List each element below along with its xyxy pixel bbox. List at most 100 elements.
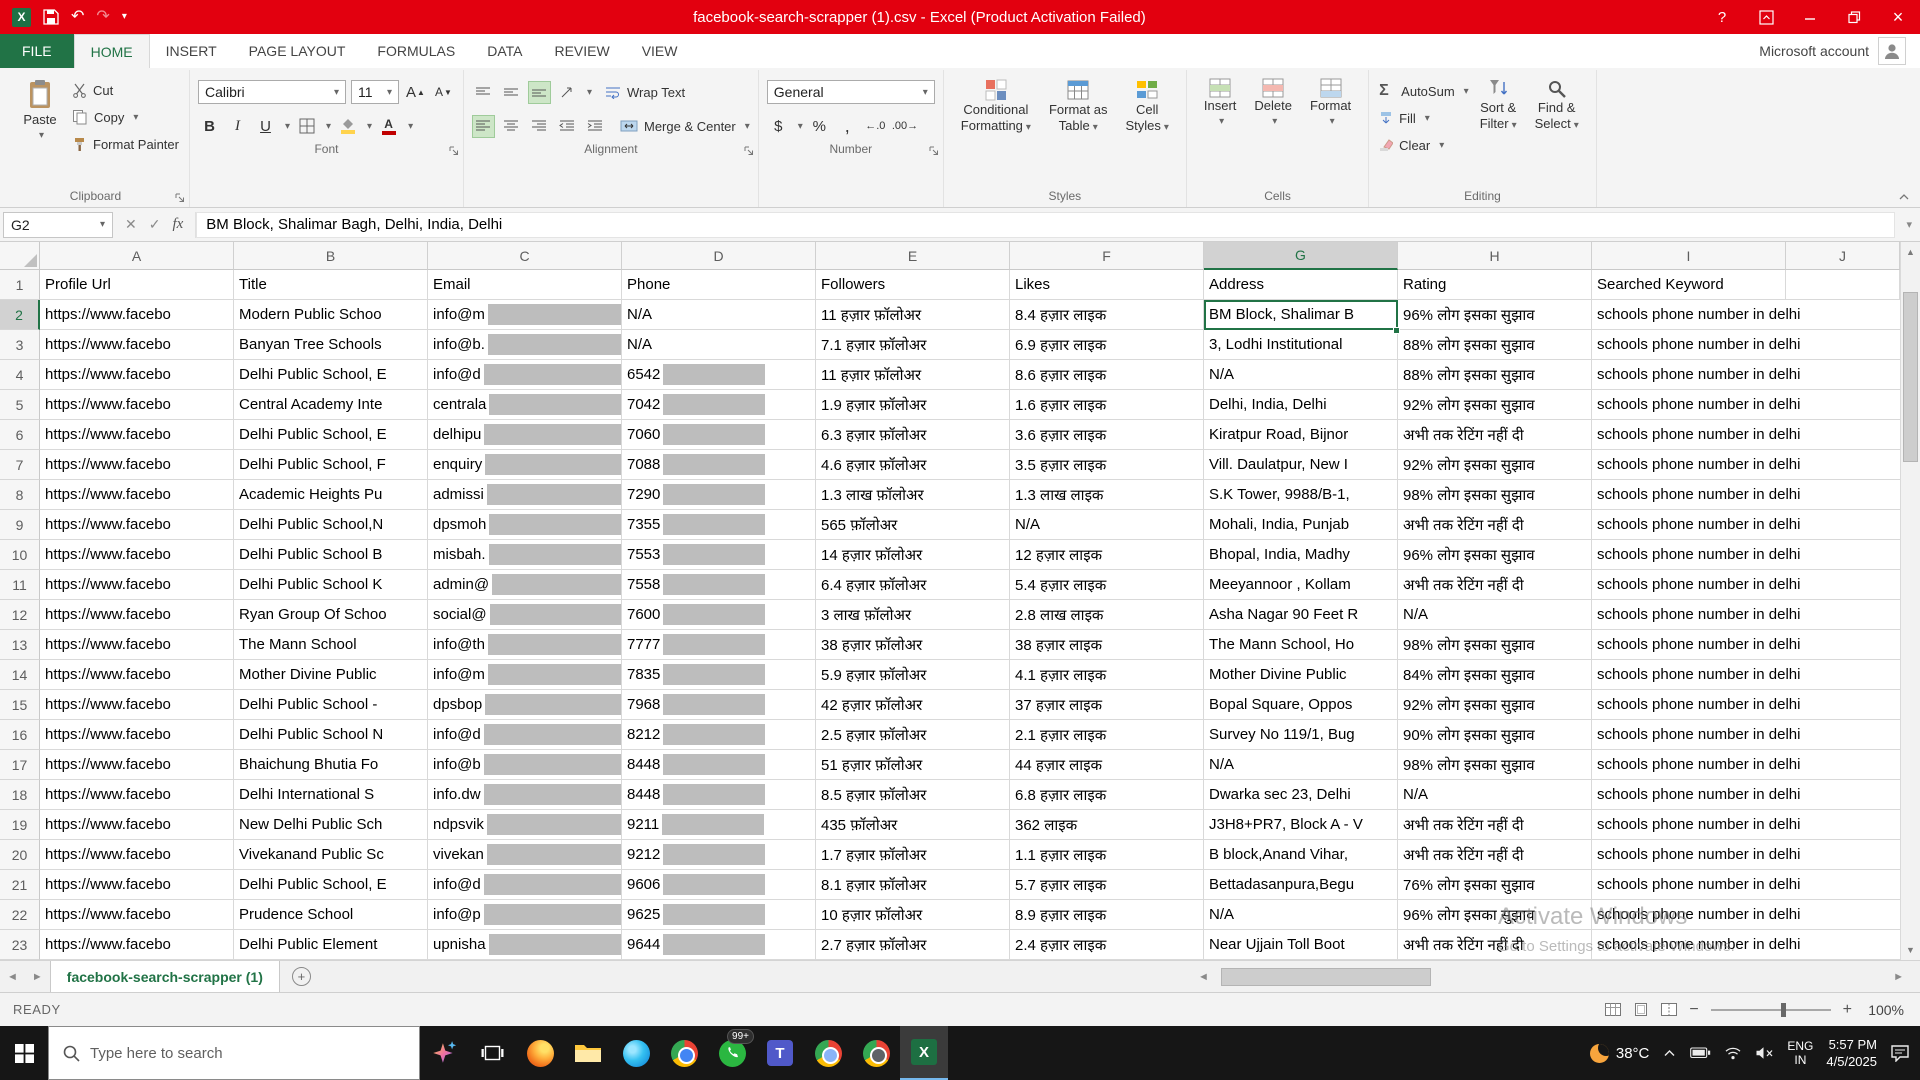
cell-E10[interactable]: 14 हज़ार फ़ॉलोअर: [816, 540, 1010, 570]
merge-center-button[interactable]: Merge & Center▾: [620, 115, 750, 137]
cell-C4[interactable]: info@d: [428, 360, 622, 390]
cell-A3[interactable]: https://www.facebo: [40, 330, 234, 360]
cell-C10[interactable]: misbah.: [428, 540, 622, 570]
cell-D16[interactable]: 8212: [622, 720, 816, 750]
cell-I3[interactable]: schools phone number in delhi: [1592, 330, 1900, 360]
scroll-down-arrow[interactable]: ▼: [1901, 940, 1920, 960]
row-header-10[interactable]: 10: [0, 540, 40, 570]
column-header-D[interactable]: D: [622, 242, 816, 270]
teams-taskbar-button[interactable]: T: [756, 1026, 804, 1080]
cell-I1[interactable]: Searched Keyword: [1592, 270, 1786, 300]
cell-H23[interactable]: अभी तक रेटिंग नहीं दी: [1398, 930, 1592, 960]
cell-F22[interactable]: 8.9 हज़ार लाइक: [1010, 900, 1204, 930]
cell-H20[interactable]: अभी तक रेटिंग नहीं दी: [1398, 840, 1592, 870]
cell-E15[interactable]: 42 हज़ार फ़ॉलोअर: [816, 690, 1010, 720]
cell-C16[interactable]: info@d: [428, 720, 622, 750]
cell-E9[interactable]: 565 फ़ॉलोअर: [816, 510, 1010, 540]
tab-file[interactable]: FILE: [0, 34, 74, 68]
account-area[interactable]: Microsoft account: [1759, 34, 1920, 68]
weather-widget[interactable]: 38°C: [1590, 1044, 1650, 1063]
cell-C22[interactable]: info@p: [428, 900, 622, 930]
cell-G19[interactable]: J3H8+PR7, Block A - V: [1204, 810, 1398, 840]
cell-B19[interactable]: New Delhi Public Sch: [234, 810, 428, 840]
cell-I11[interactable]: schools phone number in delhi: [1592, 570, 1900, 600]
show-hidden-icons-button[interactable]: [1662, 1047, 1677, 1059]
cell-A5[interactable]: https://www.facebo: [40, 390, 234, 420]
row-header-22[interactable]: 22: [0, 900, 40, 930]
close-button[interactable]: ×: [1876, 0, 1920, 34]
taskbar-clock[interactable]: 5:57 PM 4/5/2025: [1826, 1036, 1877, 1070]
cell-A2[interactable]: https://www.facebo: [40, 300, 234, 330]
cell-F15[interactable]: 37 हज़ार लाइक: [1010, 690, 1204, 720]
cell-H8[interactable]: 98% लोग इसका सुझाव: [1398, 480, 1592, 510]
clear-button[interactable]: Clear▾: [1379, 134, 1469, 156]
page-break-preview-button[interactable]: [1661, 1003, 1677, 1016]
horizontal-scrollbar[interactable]: ◄ ►: [1190, 961, 1920, 992]
cell-E16[interactable]: 2.5 हज़ार फ़ॉलोअर: [816, 720, 1010, 750]
firefox-taskbar-button[interactable]: [516, 1026, 564, 1080]
cell-E13[interactable]: 38 हज़ार फ़ॉलोअर: [816, 630, 1010, 660]
cell-A9[interactable]: https://www.facebo: [40, 510, 234, 540]
font-color-dropdown-arrow[interactable]: ▾: [408, 121, 413, 132]
cell-B1[interactable]: Title: [234, 270, 428, 300]
cell-F21[interactable]: 5.7 हज़ार लाइक: [1010, 870, 1204, 900]
number-format-select[interactable]: General▾: [767, 80, 935, 104]
accounting-format-button[interactable]: $: [767, 115, 790, 138]
cell-E4[interactable]: 11 हज़ार फ़ॉलोअर: [816, 360, 1010, 390]
browser-profile-1-taskbar-button[interactable]: [804, 1026, 852, 1080]
cell-F14[interactable]: 4.1 हज़ार लाइक: [1010, 660, 1204, 690]
restore-button[interactable]: [1832, 0, 1876, 34]
cell-H4[interactable]: 88% लोग इसका सुझाव: [1398, 360, 1592, 390]
cell-B9[interactable]: Delhi Public School,N: [234, 510, 428, 540]
previous-sheet-button[interactable]: ◄: [0, 971, 25, 983]
cell-E23[interactable]: 2.7 हज़ार फ़ॉलोअर: [816, 930, 1010, 960]
account-avatar[interactable]: [1878, 37, 1906, 65]
cell-B22[interactable]: Prudence School: [234, 900, 428, 930]
cell-B15[interactable]: Delhi Public School -: [234, 690, 428, 720]
row-header-21[interactable]: 21: [0, 870, 40, 900]
decrease-indent-button[interactable]: [556, 115, 579, 138]
cell-B2[interactable]: Modern Public Schoo: [234, 300, 428, 330]
accounting-dropdown-arrow[interactable]: ▾: [798, 121, 803, 132]
cell-D12[interactable]: 7600: [622, 600, 816, 630]
cell-D7[interactable]: 7088: [622, 450, 816, 480]
cell-F6[interactable]: 3.6 हज़ार लाइक: [1010, 420, 1204, 450]
cell-F18[interactable]: 6.8 हज़ार लाइक: [1010, 780, 1204, 810]
cell-I10[interactable]: schools phone number in delhi: [1592, 540, 1900, 570]
row-header-12[interactable]: 12: [0, 600, 40, 630]
cell-B17[interactable]: Bhaichung Bhutia Fo: [234, 750, 428, 780]
cell-B11[interactable]: Delhi Public School K: [234, 570, 428, 600]
format-as-table-button[interactable]: Format as Table▾: [1040, 73, 1117, 136]
cell-B3[interactable]: Banyan Tree Schools: [234, 330, 428, 360]
edge-taskbar-button[interactable]: [612, 1026, 660, 1080]
cancel-entry-button[interactable]: ✕: [125, 216, 137, 233]
font-size-select[interactable]: 11▾: [351, 80, 399, 104]
cell-C9[interactable]: dpsmoh: [428, 510, 622, 540]
row-header-2[interactable]: 2: [0, 300, 40, 330]
cell-E6[interactable]: 6.3 हज़ार फ़ॉलोअर: [816, 420, 1010, 450]
cell-G13[interactable]: The Mann School, Ho: [1204, 630, 1398, 660]
cell-G18[interactable]: Dwarka sec 23, Delhi: [1204, 780, 1398, 810]
cell-G6[interactable]: Kiratpur Road, Bijnor: [1204, 420, 1398, 450]
sort-filter-button[interactable]: Sort & Filter▾: [1471, 73, 1526, 134]
borders-button[interactable]: [295, 115, 318, 138]
align-left-button[interactable]: [472, 115, 495, 138]
cell-F7[interactable]: 3.5 हज़ार लाइक: [1010, 450, 1204, 480]
row-header-4[interactable]: 4: [0, 360, 40, 390]
cell-A21[interactable]: https://www.facebo: [40, 870, 234, 900]
cell-H22[interactable]: 96% लोग इसका सुझाव: [1398, 900, 1592, 930]
cell-I8[interactable]: schools phone number in delhi: [1592, 480, 1900, 510]
tab-page-layout[interactable]: PAGE LAYOUT: [233, 34, 362, 68]
cell-I13[interactable]: schools phone number in delhi: [1592, 630, 1900, 660]
cell-C15[interactable]: dpsbop: [428, 690, 622, 720]
cell-G9[interactable]: Mohali, India, Punjab: [1204, 510, 1398, 540]
browser-profile-2-taskbar-button[interactable]: [852, 1026, 900, 1080]
cell-A15[interactable]: https://www.facebo: [40, 690, 234, 720]
cell-G14[interactable]: Mother Divine Public: [1204, 660, 1398, 690]
row-header-15[interactable]: 15: [0, 690, 40, 720]
cell-F3[interactable]: 6.9 हज़ार लाइक: [1010, 330, 1204, 360]
search-input[interactable]: [90, 1045, 406, 1062]
cell-E19[interactable]: 435 फ़ॉलोअर: [816, 810, 1010, 840]
cell-A18[interactable]: https://www.facebo: [40, 780, 234, 810]
tab-formulas[interactable]: FORMULAS: [361, 34, 471, 68]
